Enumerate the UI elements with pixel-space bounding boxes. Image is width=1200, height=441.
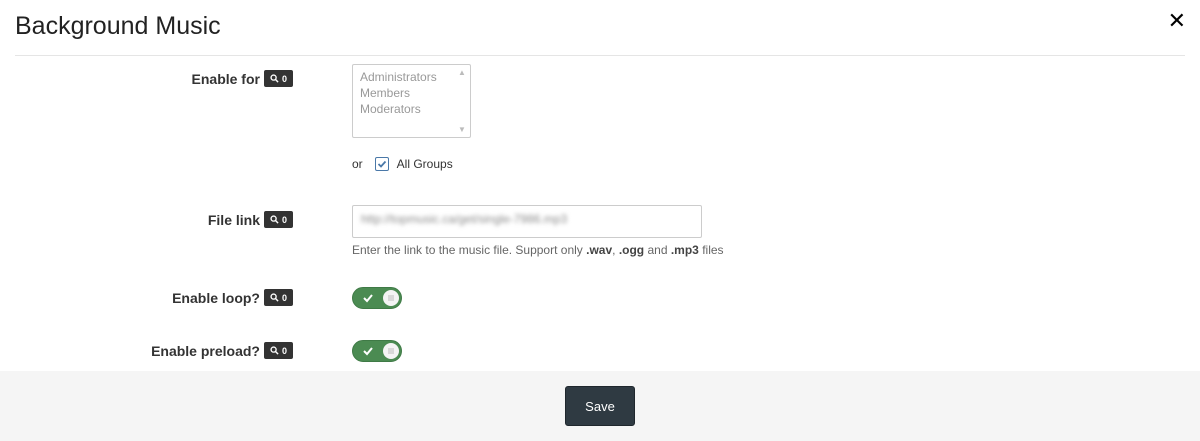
modal-footer: Save [0,371,1200,441]
enable-loop-label-row: Enable loop? 0 [172,289,293,306]
search-icon [270,293,279,302]
or-text: or [352,157,363,171]
enable-for-label: Enable for [191,70,260,87]
grip-lines-icon [388,348,394,354]
help-sep: and [644,243,671,257]
background-music-modal: Background Music ✕ Enable for 0 Administ… [0,0,1200,441]
help-sep: , [612,243,619,257]
file-link-label: File link [207,211,260,228]
scrollbar[interactable]: ▲ ▼ [455,66,469,136]
option-moderators[interactable]: Moderators [360,101,463,117]
search-icon [270,215,279,224]
search-badge-enable-loop[interactable]: 0 [263,289,293,306]
help-text: Enter the link to the music file. Suppor… [352,243,587,257]
badge-count: 0 [281,73,287,84]
grip-lines-icon [388,295,394,301]
chevron-down-icon[interactable]: ▼ [458,125,466,134]
save-button[interactable]: Save [565,386,635,426]
help-text: files [698,243,724,257]
ext-mp3: .mp3 [670,243,699,257]
check-icon [363,294,373,303]
file-link-value: http://topmusic.ca/get/single-7986.mp3 [361,212,568,226]
badge-count: 0 [281,292,287,303]
all-groups-label: All Groups [396,157,453,171]
search-badge-enable-for[interactable]: 0 [263,70,293,87]
enable-preload-label: Enable preload? [151,342,260,359]
search-badge-file-link[interactable]: 0 [263,211,293,228]
search-icon [270,74,279,83]
toggle-knob [383,343,399,359]
ext-ogg: .ogg [618,243,645,257]
close-icon[interactable]: ✕ [1168,10,1186,34]
enable-preload-toggle[interactable] [352,340,402,362]
groups-multiselect[interactable]: Administrators Members Moderators ▲ ▼ [352,64,471,138]
enable-loop-label: Enable loop? [172,289,260,306]
option-administrators[interactable]: Administrators [360,69,463,85]
file-link-help: Enter the link to the music file. Suppor… [352,243,724,257]
all-groups-row: or All Groups [352,157,453,171]
file-link-label-row: File link 0 [208,211,293,228]
option-members[interactable]: Members [360,85,463,101]
enable-loop-toggle[interactable] [352,287,402,309]
all-groups-checkbox[interactable] [374,157,389,171]
chevron-up-icon[interactable]: ▲ [458,68,466,77]
enable-for-label-row: Enable for 0 [192,70,293,87]
check-icon [363,347,373,356]
file-link-input[interactable]: http://topmusic.ca/get/single-7986.mp3 [352,205,702,238]
page-title: Background Music [15,12,221,40]
search-badge-enable-preload[interactable]: 0 [263,342,293,359]
modal-header: Background Music ✕ [15,0,1186,56]
badge-count: 0 [281,345,287,356]
check-icon [377,160,386,168]
enable-preload-label-row: Enable preload? 0 [151,342,293,359]
search-icon [270,346,279,355]
toggle-knob [383,290,399,306]
ext-wav: .wav [586,243,613,257]
badge-count: 0 [281,214,287,225]
